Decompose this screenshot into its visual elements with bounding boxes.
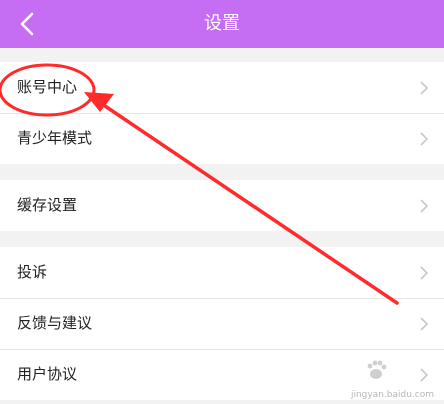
settings-item-complaint[interactable]: 投诉 xyxy=(0,247,444,298)
settings-item-cache[interactable]: 缓存设置 xyxy=(0,180,444,231)
settings-section-cache: 缓存设置 xyxy=(0,180,444,231)
settings-item-label: 账号中心 xyxy=(17,78,78,96)
settings-item-label: 青少年模式 xyxy=(17,129,93,147)
page-title: 设置 xyxy=(204,13,240,34)
settings-item-feedback[interactable]: 反馈与建议 xyxy=(0,298,444,349)
watermark-paw-icon xyxy=(367,360,387,379)
chevron-right-icon xyxy=(420,199,429,213)
settings-item-teen-mode[interactable]: 青少年模式 xyxy=(0,113,444,164)
chevron-right-icon xyxy=(420,81,429,95)
chevron-right-icon xyxy=(420,132,429,146)
settings-item-label: 投诉 xyxy=(17,263,48,281)
settings-item-label: 用户协议 xyxy=(17,365,78,383)
settings-item-account-center[interactable]: 账号中心 xyxy=(0,62,444,113)
settings-item-label: 缓存设置 xyxy=(17,196,78,214)
settings-section-account: 账号中心 青少年模式 xyxy=(0,62,444,164)
chevron-right-icon xyxy=(420,317,429,331)
watermark-text: jingyan.baidu.com xyxy=(350,390,434,400)
chevron-right-icon xyxy=(420,266,429,280)
top-bar: 设置 xyxy=(0,0,444,48)
settings-item-label: 反馈与建议 xyxy=(17,314,93,332)
